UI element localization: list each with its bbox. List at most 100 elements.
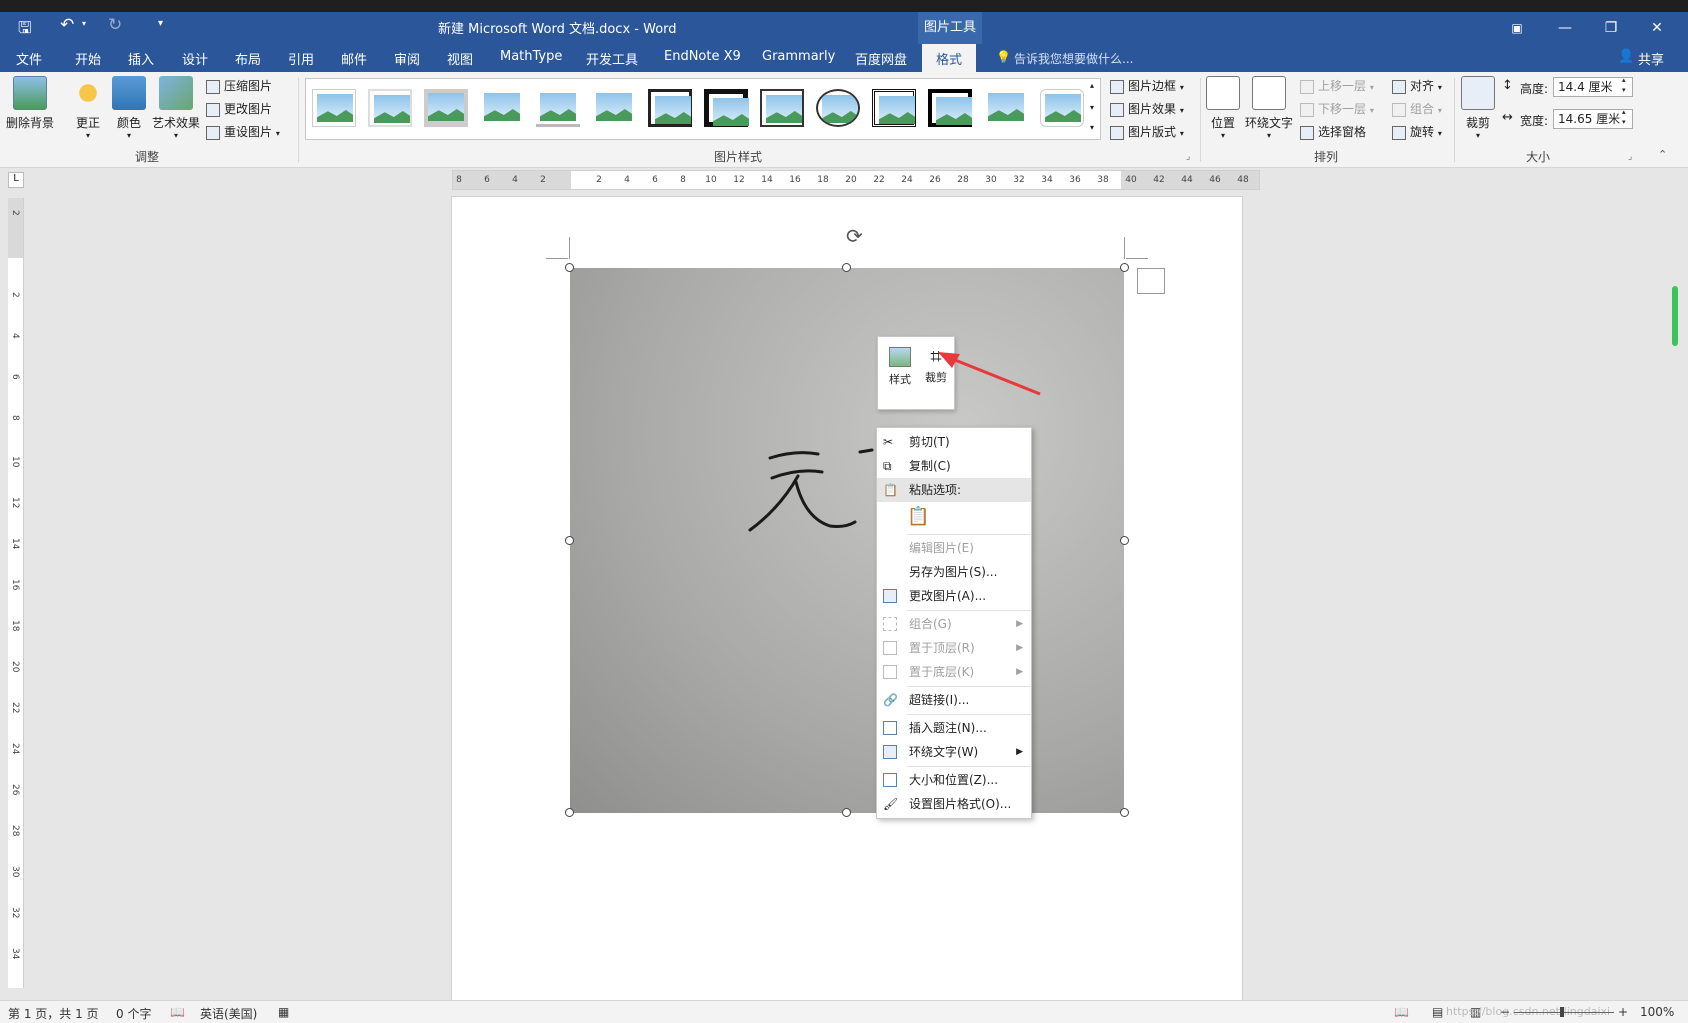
menu-item-cut[interactable]: ✂ 剪切(T) [877,430,1031,454]
picture-style-13[interactable] [984,89,1028,127]
vertical-scrollbar-thumb[interactable] [1672,286,1678,346]
page-count[interactable]: 第 1 页，共 1 页 [8,1005,99,1022]
tab-design[interactable]: 设计 [182,49,208,68]
menu-item-size-and-position[interactable]: 大小和位置(Z)... [877,768,1031,792]
paste-keep-source-icon[interactable]: 📋 [907,506,931,530]
close-button[interactable]: ✕ [1634,12,1680,44]
picture-style-6[interactable] [592,89,636,127]
picture-style-7[interactable] [648,89,692,127]
picture-layout-button[interactable]: 图片版式 ▾ [1110,122,1184,142]
gallery-more-icon[interactable]: ▾ [1090,123,1094,132]
undo-icon[interactable]: ↶ [60,15,74,35]
menu-item-hyperlink[interactable]: 🔗 超链接(I)... [877,688,1031,712]
horizontal-ruler[interactable]: 8 6 4 2 2 4 6 8 10 12 14 16 18 20 22 24 26 28 30 32 34 36 38 40… [452,170,1260,190]
tab-layout[interactable]: 布局 [235,49,261,68]
menu-item-change-picture[interactable]: 更改图片(A)... [877,584,1031,608]
picture-effects-button[interactable]: 图片效果 ▾ [1110,99,1184,119]
resize-handle-top-left[interactable] [565,263,574,272]
tab-mailings[interactable]: 邮件 [341,49,367,68]
word-count[interactable]: 0 个字 [116,1005,151,1022]
menu-item-insert-caption[interactable]: 插入题注(N)... [877,716,1031,740]
tab-endnote[interactable]: EndNote X9 [664,49,741,64]
corrections-button[interactable]: 更正 ▾ [70,76,106,140]
group-button[interactable]: 组合 ▾ [1392,99,1442,119]
resize-handle-bottom[interactable] [842,808,851,817]
menu-item-bring-to-front[interactable]: 置于顶层(R) ▶ [877,636,1031,660]
restore-button[interactable]: ❐ [1588,12,1634,44]
read-mode-icon[interactable]: 📖 [1394,1005,1409,1019]
bring-forward-button[interactable]: 上移一层 ▾ [1300,76,1374,96]
save-icon[interactable]: 🖫 [18,17,32,44]
resize-handle-top-right[interactable] [1120,263,1129,272]
vertical-ruler[interactable]: 2 2 4 6 8 10 12 14 16 18 20 22 24 26 28 30 32 34 [8,198,24,988]
zoom-in-icon[interactable]: + [1618,1005,1628,1019]
tab-baidu-netdisk[interactable]: 百度网盘 [855,49,907,68]
crop-button[interactable]: 裁剪 ▾ [1460,76,1496,140]
change-picture-button[interactable]: 更改图片 [206,99,272,119]
resize-handle-top[interactable] [842,263,851,272]
send-backward-button[interactable]: 下移一层 ▾ [1300,99,1374,119]
resize-handle-left[interactable] [565,536,574,545]
zoom-slider[interactable] [1514,1012,1614,1013]
menu-item-send-to-back[interactable]: 置于底层(K) ▶ [877,660,1031,684]
tab-file[interactable]: 文件 [16,49,42,68]
menu-item-wrap-text[interactable]: 环绕文字(W) ▶ [877,740,1031,764]
zoom-level[interactable]: 100% [1640,1005,1674,1019]
remove-background-button[interactable]: 删除背景 [4,76,56,131]
color-button[interactable]: 颜色 ▾ [112,76,146,140]
dialog-launcher-icon[interactable]: ⌟ [1186,152,1190,162]
resize-handle-bottom-right[interactable] [1120,808,1129,817]
tab-format[interactable]: 格式 [922,44,977,72]
tab-selector[interactable]: L [8,172,24,188]
menu-item-group[interactable]: 组合(G) ▶ [877,612,1031,636]
share-button[interactable]: 共享 [1638,49,1664,68]
height-input[interactable]: 14.4 厘米 [1553,77,1633,97]
minimize-button[interactable]: — [1542,12,1588,44]
resize-handle-right[interactable] [1120,536,1129,545]
tab-review[interactable]: 审阅 [394,49,420,68]
menu-item-edit-picture[interactable]: 编辑图片(E) [877,536,1031,560]
picture-style-2[interactable] [368,89,412,127]
gallery-scroll-down-icon[interactable]: ▾ [1090,103,1094,112]
artistic-effects-button[interactable]: 艺术效果 ▾ [150,76,202,140]
tab-mathtype[interactable]: MathType [500,49,562,64]
mini-style-button[interactable]: 样式 [884,343,916,403]
language-indicator[interactable]: 英语(美国) [200,1005,257,1022]
macro-icon[interactable]: ▦ [278,1005,289,1019]
gallery-scroll-up-icon[interactable]: ▴ [1090,81,1094,90]
picture-border-button[interactable]: 图片边框 ▾ [1110,76,1184,96]
redo-icon[interactable]: ↻ [108,15,122,35]
menu-item-format-picture[interactable]: 🖌 设置图片格式(O)... [877,792,1031,816]
ribbon-display-options-button[interactable]: ▣ [1494,12,1540,44]
print-layout-icon[interactable]: ▤ [1432,1005,1443,1019]
collapse-ribbon-icon[interactable]: ⌃ [1658,148,1667,161]
tab-developer[interactable]: 开发工具 [586,49,638,68]
wrap-text-button[interactable]: 环绕文字 ▾ [1244,76,1294,140]
menu-item-save-as-picture[interactable]: 另存为图片(S)... [877,560,1031,584]
tab-grammarly[interactable]: Grammarly [762,49,835,64]
picture-style-4[interactable] [480,89,524,127]
zoom-out-icon[interactable]: − [1500,1005,1510,1019]
height-spin-up-icon[interactable]: ▴ [1622,76,1626,84]
height-spin-down-icon[interactable]: ▾ [1622,86,1626,94]
tab-insert[interactable]: 插入 [128,49,154,68]
size-dialog-launcher-icon[interactable]: ⌟ [1628,152,1632,162]
width-spin-up-icon[interactable]: ▴ [1622,108,1626,116]
tab-home[interactable]: 开始 [75,49,101,68]
align-button[interactable]: 对齐 ▾ [1392,76,1442,96]
picture-style-8[interactable] [704,89,749,127]
proofing-icon[interactable]: 📖 [170,1005,185,1019]
picture-style-9[interactable] [760,89,804,127]
undo-dropdown-icon[interactable]: ▾ [82,19,86,28]
rotation-handle-icon[interactable]: ⟳ [846,224,863,248]
zoom-slider-thumb[interactable] [1560,1007,1564,1017]
picture-style-1[interactable] [312,89,356,127]
compress-pictures-button[interactable]: 压缩图片 [206,76,272,96]
rotate-button[interactable]: 旋转 ▾ [1392,122,1442,142]
tab-references[interactable]: 引用 [288,49,314,68]
selection-pane-button[interactable]: 选择窗格 [1300,122,1366,142]
tell-me-box[interactable]: 告诉我您想要做什么... [1014,50,1133,67]
width-input[interactable]: 14.65 厘米 [1553,109,1633,129]
customize-qat-icon[interactable]: ▾ [158,18,163,29]
picture-style-10[interactable] [816,89,860,127]
